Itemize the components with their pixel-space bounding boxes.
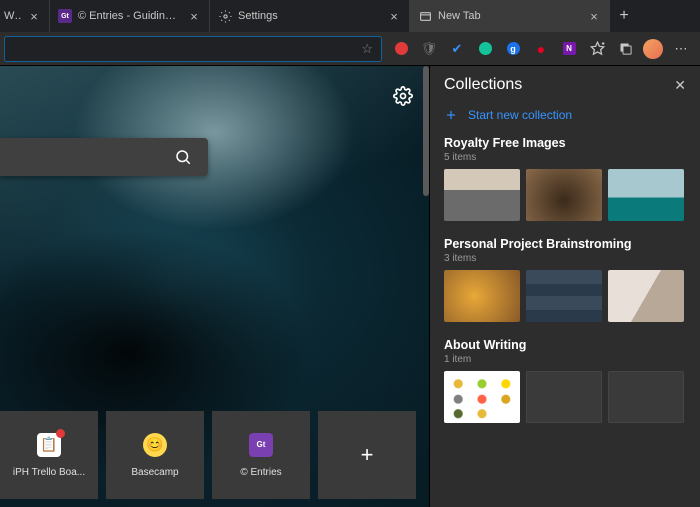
tile-icon: 📋 bbox=[37, 433, 61, 457]
tile-basecamp[interactable]: 😊 Basecamp bbox=[106, 411, 204, 499]
ntp-tiles: 📋 iPH Trello Boa... 😊 Basecamp Gt © Entr… bbox=[0, 411, 429, 507]
tab-strip: Web × Gt © Entries - Guiding Tech × Sett… bbox=[0, 0, 700, 32]
tile-entries[interactable]: Gt © Entries bbox=[212, 411, 310, 499]
tab-title: © Entries - Guiding Tech bbox=[78, 10, 181, 22]
ext-check-icon[interactable]: ✔ bbox=[444, 36, 470, 62]
start-new-collection-button[interactable]: Start new collection bbox=[430, 100, 700, 136]
ext-adblock-icon[interactable] bbox=[388, 36, 414, 62]
tile-label: Basecamp bbox=[131, 467, 178, 478]
tab-title: Settings bbox=[238, 10, 381, 22]
ext-pinterest-icon[interactable]: ● bbox=[528, 36, 554, 62]
tab-entries[interactable]: Gt © Entries - Guiding Tech × bbox=[50, 0, 210, 32]
collection-title: About Writing bbox=[444, 338, 686, 352]
tile-icon: Gt bbox=[249, 433, 273, 457]
main-content: 📋 iPH Trello Boa... 😊 Basecamp Gt © Entr… bbox=[0, 66, 700, 507]
panel-header: Collections ✕ bbox=[430, 66, 700, 100]
favorites-icon[interactable] bbox=[584, 36, 610, 62]
new-tab-page: 📋 iPH Trello Boa... 😊 Basecamp Gt © Entr… bbox=[0, 66, 430, 507]
collection-title: Personal Project Brainstroming bbox=[444, 237, 686, 251]
thumbnail bbox=[608, 169, 684, 221]
thumbnail bbox=[444, 371, 520, 423]
tile-icon: 😊 bbox=[143, 433, 167, 457]
ntp-search-box[interactable] bbox=[0, 138, 208, 176]
address-bar[interactable]: ☆ bbox=[4, 36, 382, 62]
thumbnail-empty bbox=[526, 371, 602, 423]
ext-onenote-icon[interactable]: N bbox=[556, 36, 582, 62]
collection-thumbs bbox=[444, 169, 686, 221]
tab-title: New Tab bbox=[438, 10, 581, 22]
toolbar: ☆ 🛡 ✔ g ● N ⋯ bbox=[0, 32, 700, 66]
more-icon[interactable]: ⋯ bbox=[668, 36, 694, 62]
close-icon[interactable]: × bbox=[387, 9, 401, 23]
collection-count: 1 item bbox=[444, 354, 686, 365]
collection-thumbs bbox=[444, 371, 686, 423]
thumbnail bbox=[444, 169, 520, 221]
new-tab-icon bbox=[418, 9, 432, 23]
collections-panel: Collections ✕ Start new collection Royal… bbox=[430, 66, 700, 507]
avatar[interactable] bbox=[640, 36, 666, 62]
tab-new-tab[interactable]: New Tab × bbox=[410, 0, 610, 32]
thumbnail bbox=[444, 270, 520, 322]
thumbnail bbox=[526, 169, 602, 221]
collection-count: 3 items bbox=[444, 253, 686, 264]
tile-trello[interactable]: 📋 iPH Trello Boa... bbox=[0, 411, 98, 499]
star-icon[interactable]: ☆ bbox=[361, 41, 373, 57]
collection-about-writing[interactable]: About Writing 1 item bbox=[444, 338, 686, 423]
gear-icon bbox=[218, 9, 232, 23]
ext-gmail-icon[interactable]: g bbox=[500, 36, 526, 62]
search-icon bbox=[174, 148, 192, 166]
tile-label: iPH Trello Boa... bbox=[13, 467, 85, 478]
collections-icon[interactable] bbox=[612, 36, 638, 62]
thumbnail-empty bbox=[608, 371, 684, 423]
collection-royalty-free[interactable]: Royalty Free Images 5 items bbox=[444, 136, 686, 221]
start-new-collection-label: Start new collection bbox=[468, 108, 572, 122]
collection-count: 5 items bbox=[444, 152, 686, 163]
collections-list: Royalty Free Images 5 items Personal Pro… bbox=[430, 136, 700, 507]
close-icon[interactable]: × bbox=[27, 9, 41, 23]
panel-title: Collections bbox=[444, 76, 674, 94]
collection-thumbs bbox=[444, 270, 686, 322]
tab-web[interactable]: Web × bbox=[0, 0, 50, 32]
tile-label: © Entries bbox=[240, 467, 281, 478]
tile-add[interactable]: + bbox=[318, 411, 416, 499]
ntp-scrollbar[interactable] bbox=[423, 66, 429, 507]
tab-settings[interactable]: Settings × bbox=[210, 0, 410, 32]
close-icon[interactable]: × bbox=[587, 9, 601, 23]
close-icon[interactable]: ✕ bbox=[674, 77, 686, 94]
collection-personal-project[interactable]: Personal Project Brainstroming 3 items bbox=[444, 237, 686, 322]
ext-shield-icon[interactable]: 🛡 bbox=[416, 36, 442, 62]
new-tab-button[interactable]: + bbox=[610, 2, 638, 30]
tab-title: Web bbox=[4, 10, 21, 22]
thumbnail bbox=[608, 270, 684, 322]
thumbnail bbox=[526, 270, 602, 322]
ext-grammarly-icon[interactable] bbox=[472, 36, 498, 62]
close-icon[interactable]: × bbox=[187, 9, 201, 23]
ntp-settings-button[interactable] bbox=[393, 86, 413, 111]
plus-icon: + bbox=[361, 442, 374, 468]
plus-icon bbox=[444, 108, 458, 122]
favicon-gt: Gt bbox=[58, 9, 72, 23]
collection-title: Royalty Free Images bbox=[444, 136, 686, 150]
